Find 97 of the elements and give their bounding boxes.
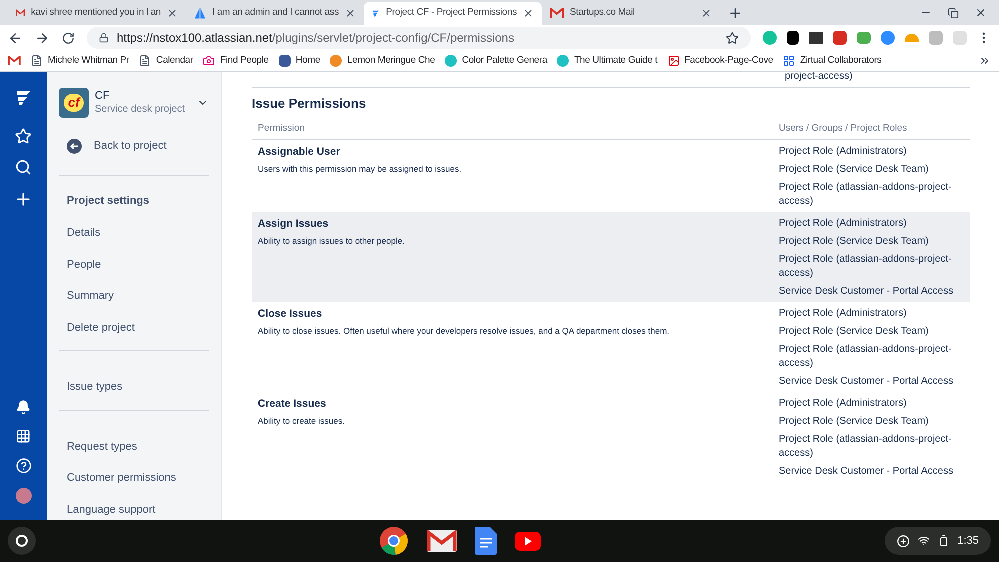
sidebar-heading: Project settings	[67, 194, 151, 208]
role-entry: Project Role (Administrators)	[779, 396, 908, 411]
mail-icon	[16, 8, 26, 19]
add-icon	[896, 534, 910, 548]
circle-logo-icon	[557, 55, 570, 67]
bookmark-link[interactable]: Michele Whitman Pr	[31, 54, 130, 68]
square-logo-icon	[278, 55, 291, 67]
column-header: Users / Groups / Project Roles	[779, 122, 908, 136]
bookmark-link[interactable]: Zirtual Collaborators	[783, 54, 882, 68]
bookmark-link[interactable]: Home	[278, 54, 320, 68]
forward-icon[interactable]	[34, 30, 50, 46]
close-icon[interactable]	[523, 8, 534, 19]
page-icon	[31, 55, 43, 67]
star-icon[interactable]	[15, 128, 32, 145]
project-type: Service desk project	[95, 104, 186, 116]
role-entry: Service Desk Customer - Portal Access	[779, 374, 954, 389]
bookmark-link[interactable]: Lemon Meringue Che	[330, 54, 436, 68]
permission-description: Ability to assign issues to other people.	[258, 234, 406, 248]
permission-name: Assign Issues	[258, 216, 330, 232]
new-tab-icon[interactable]	[728, 6, 743, 21]
table-cell-text: project-access)	[785, 72, 854, 84]
bookmark-link[interactable]: The Ultimate Guide t	[557, 54, 658, 68]
sidebar-item[interactable]: Summary	[67, 288, 209, 304]
search-icon[interactable]	[15, 159, 32, 176]
permission-description: Users with this permission may be assigned to issues.	[258, 162, 463, 176]
extension-icon[interactable]	[787, 31, 800, 45]
more-bookmarks-icon[interactable]	[979, 55, 991, 67]
mail-icon[interactable]	[427, 530, 458, 552]
sidebar-item[interactable]: People	[67, 256, 209, 273]
role-entry: Project Role (Service Desk Team)	[779, 414, 930, 429]
role-entry: Project Role (Administrators)	[779, 306, 908, 321]
sidebar-item[interactable]: Request types	[67, 438, 209, 455]
bookmark-link[interactable]: Facebook-Page-Cove	[668, 54, 774, 68]
chrome-icon[interactable]	[379, 526, 410, 556]
back-icon[interactable]	[8, 30, 23, 46]
close-icon[interactable]	[345, 8, 356, 19]
circle-logo-icon	[445, 55, 458, 67]
address-field[interactable]: https://nstox100.atlassian.net/plugins/servlet/project-config/CF/permissions	[86, 27, 752, 49]
project-name: CF	[95, 90, 111, 104]
triangle-logo-icon	[194, 7, 206, 20]
sidebar-item[interactable]: Delete project	[67, 320, 209, 336]
role-entry: Project Role (atlassian-addons-project-access)	[779, 342, 953, 371]
launcher-button[interactable]	[8, 527, 36, 555]
role-entry: Project Role (Service Desk Team)	[779, 162, 930, 177]
mail-icon	[550, 8, 564, 19]
sidebar-item[interactable]: Language support	[67, 502, 209, 518]
notification-icon[interactable]	[16, 400, 31, 415]
close-icon[interactable]	[701, 8, 712, 19]
role-entry: Service Desk Customer - Portal Access	[779, 464, 954, 479]
document-icon[interactable]	[475, 527, 498, 555]
back-link[interactable]: Back to project	[67, 138, 209, 154]
circle-logo-icon	[330, 55, 342, 67]
bookmark-link[interactable]: Color Palette Genera	[445, 54, 548, 68]
column-header: Permission	[258, 122, 306, 136]
lock-icon	[98, 33, 109, 43]
reload-icon[interactable]	[62, 32, 75, 44]
bookmark-link[interactable]: Find People	[203, 54, 269, 68]
page-icon	[139, 55, 152, 67]
role-entry: Project Role (Service Desk Team)	[779, 234, 930, 249]
close-icon[interactable]	[167, 8, 178, 19]
permission-name: Close Issues	[258, 306, 324, 322]
extension-icon[interactable]	[809, 32, 824, 44]
sidebar-item[interactable]: Issue types	[67, 379, 209, 396]
role-entry: Service Desk Customer - Portal Access	[779, 284, 954, 299]
bookmark-link[interactable]: Calendar	[139, 54, 194, 68]
help-icon[interactable]	[16, 458, 32, 474]
section-title: Issue Permissions	[252, 95, 368, 113]
permission-name: Assignable User	[258, 144, 342, 160]
role-entry: Project Role (atlassian-addons-project-access)	[779, 180, 953, 209]
browser-tab[interactable]: kavi shree mentioned you in l an	[8, 2, 186, 25]
role-entry: Project Role (Administrators)	[779, 144, 908, 159]
close-icon[interactable]	[975, 7, 987, 19]
restore-icon[interactable]	[948, 8, 959, 18]
image-icon	[668, 55, 680, 67]
status-tray[interactable]: 1:35	[884, 527, 991, 555]
permission-description: Ability to close issues. Often useful where your developers resolve issues, and a QA department closes them.	[258, 324, 671, 338]
permission-name: Create Issues	[258, 396, 328, 412]
app-grid-icon[interactable]	[16, 429, 31, 444]
sidebar-item[interactable]: Customer permissions	[67, 470, 209, 486]
browser-tab[interactable]: I am an admin and I cannot ass	[186, 2, 364, 25]
avatar-icon[interactable]	[16, 488, 32, 504]
role-entry: Project Role (Service Desk Team)	[779, 324, 930, 339]
mail-icon[interactable]	[8, 56, 21, 66]
sidebar-item[interactable]: Details	[67, 225, 209, 242]
bookmark-star-icon[interactable]	[726, 32, 740, 44]
browser-tab[interactable]: Project CF - Project Permissions	[364, 2, 542, 25]
role-entry: Project Role (Administrators)	[779, 216, 908, 231]
camera-icon	[203, 55, 216, 67]
role-entry: Project Role (atlassian-addons-project-access)	[779, 252, 953, 281]
battery-icon	[938, 535, 950, 547]
browser-tab[interactable]: Startups.co Mail	[542, 2, 720, 25]
project-logo: cf	[59, 88, 89, 118]
play-icon[interactable]	[515, 532, 542, 550]
clock-time: 1:35	[958, 534, 979, 549]
permission-description: Ability to create issues.	[258, 414, 346, 428]
role-entry: Project Role (atlassian-addons-project-access)	[779, 432, 953, 461]
grid-icon	[783, 55, 796, 67]
